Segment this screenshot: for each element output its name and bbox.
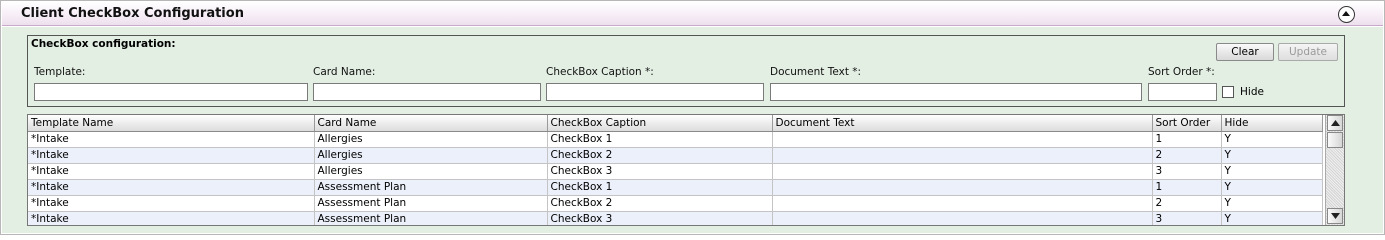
arrow-up-icon: [1331, 120, 1340, 126]
column-header-hide[interactable]: Hide: [1221, 115, 1323, 132]
cell-card-name: Allergies: [314, 131, 548, 148]
document-text-label: Document Text *:: [770, 66, 862, 78]
scroll-up-button[interactable]: [1327, 115, 1343, 131]
cell-sort-order: 1: [1152, 131, 1222, 148]
checkbox-table: Template Name Card Name CheckBox Caption…: [28, 115, 1323, 225]
cell-document-text: [772, 195, 1153, 212]
table-row[interactable]: *Intake Assessment Plan CheckBox 3 3 Y: [28, 211, 1323, 225]
cell-checkbox-caption: CheckBox 2: [547, 147, 773, 164]
card-name-input[interactable]: [313, 83, 541, 101]
cell-checkbox-caption: CheckBox 3: [547, 163, 773, 180]
checkbox-config-form: CheckBox configuration: Template: Card N…: [27, 35, 1345, 107]
cell-template-name: *Intake: [28, 195, 315, 212]
cell-template-name: *Intake: [28, 131, 315, 148]
card-name-label: Card Name:: [313, 66, 376, 78]
column-header-template-name[interactable]: Template Name: [28, 115, 315, 132]
column-header-card-name[interactable]: Card Name: [314, 115, 548, 132]
cell-document-text: [772, 163, 1153, 180]
checkbox-caption-input[interactable]: [546, 83, 764, 101]
cell-hide: Y: [1221, 195, 1323, 212]
table-row[interactable]: *Intake Allergies CheckBox 3 3 Y: [28, 163, 1323, 180]
cell-document-text: [772, 131, 1153, 148]
arrow-down-icon: [1331, 213, 1340, 219]
cell-template-name: *Intake: [28, 163, 315, 180]
cell-checkbox-caption: CheckBox 1: [547, 179, 773, 196]
cell-template-name: *Intake: [28, 211, 315, 225]
cell-hide: Y: [1221, 131, 1323, 148]
table-row[interactable]: *Intake Assessment Plan CheckBox 2 2 Y: [28, 195, 1323, 212]
column-header-checkbox-caption[interactable]: CheckBox Caption: [547, 115, 773, 132]
cell-checkbox-caption: CheckBox 1: [547, 131, 773, 148]
table-header-row: Template Name Card Name CheckBox Caption…: [28, 115, 1323, 132]
cell-sort-order: 3: [1152, 211, 1222, 225]
vertical-scrollbar[interactable]: [1325, 115, 1344, 225]
panel-title: Client CheckBox Configuration: [21, 6, 244, 21]
cell-sort-order: 3: [1152, 163, 1222, 180]
hide-label: Hide: [1240, 86, 1264, 98]
cell-card-name: Allergies: [314, 163, 548, 180]
cell-sort-order: 1: [1152, 179, 1222, 196]
scrollbar-thumb[interactable]: [1327, 132, 1343, 148]
table-row[interactable]: *Intake Assessment Plan CheckBox 1 1 Y: [28, 179, 1323, 196]
cell-document-text: [772, 211, 1153, 225]
checkbox-config-panel: Client CheckBox Configuration CheckBox c…: [0, 0, 1385, 235]
form-title: CheckBox configuration:: [31, 38, 176, 50]
panel-header: Client CheckBox Configuration: [2, 2, 1383, 26]
table-row[interactable]: *Intake Allergies CheckBox 2 2 Y: [28, 147, 1323, 164]
cell-card-name: Allergies: [314, 147, 548, 164]
chevron-up-circle-icon: [1342, 11, 1350, 16]
cell-template-name: *Intake: [28, 147, 315, 164]
checkbox-caption-label: CheckBox Caption *:: [546, 66, 654, 78]
sort-order-label: Sort Order *:: [1148, 66, 1215, 78]
cell-sort-order: 2: [1152, 147, 1222, 164]
template-label: Template:: [34, 66, 86, 78]
cell-document-text: [772, 147, 1153, 164]
cell-checkbox-caption: CheckBox 2: [547, 195, 773, 212]
column-header-sort-order[interactable]: Sort Order: [1152, 115, 1222, 132]
cell-sort-order: 2: [1152, 195, 1222, 212]
cell-hide: Y: [1221, 179, 1323, 196]
cell-hide: Y: [1221, 147, 1323, 164]
sort-order-input[interactable]: [1148, 83, 1217, 101]
scroll-down-button[interactable]: [1327, 208, 1343, 224]
document-text-input[interactable]: [770, 83, 1142, 101]
table-row[interactable]: *Intake Allergies CheckBox 1 1 Y: [28, 131, 1323, 148]
clear-button[interactable]: Clear: [1216, 43, 1274, 61]
cell-card-name: Assessment Plan: [314, 211, 548, 225]
cell-checkbox-caption: CheckBox 3: [547, 211, 773, 225]
update-button[interactable]: Update: [1278, 43, 1338, 61]
column-header-document-text[interactable]: Document Text: [772, 115, 1153, 132]
template-input[interactable]: [34, 83, 308, 101]
collapse-button[interactable]: [1338, 6, 1355, 23]
cell-card-name: Assessment Plan: [314, 195, 548, 212]
cell-hide: Y: [1221, 211, 1323, 225]
cell-document-text: [772, 179, 1153, 196]
cell-hide: Y: [1221, 163, 1323, 180]
cell-card-name: Assessment Plan: [314, 179, 548, 196]
cell-template-name: *Intake: [28, 179, 315, 196]
hide-checkbox[interactable]: [1222, 86, 1234, 98]
panel-content: CheckBox configuration: Template: Card N…: [2, 27, 1383, 233]
checkbox-grid: Template Name Card Name CheckBox Caption…: [27, 114, 1345, 226]
